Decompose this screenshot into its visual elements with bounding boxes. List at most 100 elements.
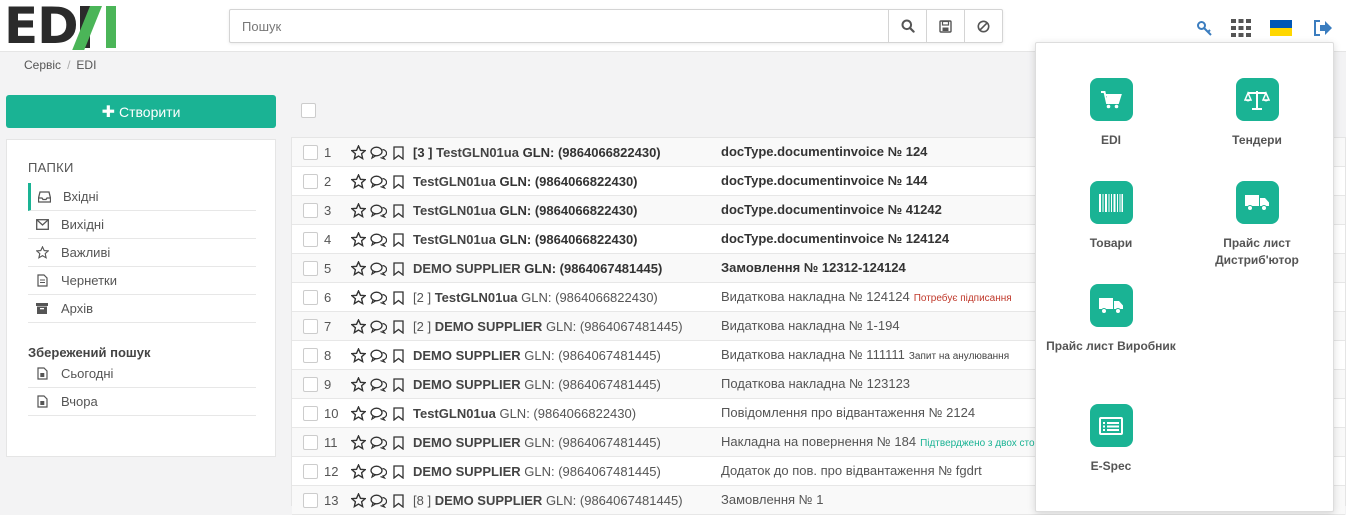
bookmark-icon[interactable] xyxy=(388,463,408,480)
row-sender[interactable]: DEMO SUPPLIER GLN: (9864067481445) xyxy=(413,261,662,276)
row-checkbox[interactable] xyxy=(303,348,318,363)
comments-icon[interactable] xyxy=(368,289,388,306)
comments-icon[interactable] xyxy=(368,260,388,277)
row-document[interactable]: docType.documentinvoice № 124124 xyxy=(721,231,949,246)
key-button[interactable] xyxy=(1193,17,1215,39)
row-document[interactable]: Додаток до пов. про відвантаження № fgdr… xyxy=(721,463,982,478)
row-document[interactable]: Видаткова накладна № 124124 Потребує підп… xyxy=(721,289,1012,304)
row-sender[interactable]: [2 ] TestGLN01ua GLN: (9864066822430) xyxy=(413,290,658,305)
save-search-button[interactable] xyxy=(926,10,964,42)
bookmark-icon[interactable] xyxy=(388,231,408,248)
row-sender[interactable]: [2 ] DEMO SUPPLIER GLN: (9864067481445) xyxy=(413,319,683,334)
comments-icon[interactable] xyxy=(368,405,388,422)
row-sender[interactable]: TestGLN01ua GLN: (9864066822430) xyxy=(413,232,638,247)
row-sender[interactable]: TestGLN01ua GLN: (9864066822430) xyxy=(413,406,636,421)
comments-icon[interactable] xyxy=(368,202,388,219)
row-sender[interactable]: DEMO SUPPLIER GLN: (9864067481445) xyxy=(413,464,661,479)
row-sender[interactable]: TestGLN01ua GLN: (9864066822430) xyxy=(413,174,638,189)
row-sender[interactable]: DEMO SUPPLIER GLN: (9864067481445) xyxy=(413,435,661,450)
star-icon[interactable] xyxy=(348,173,368,190)
row-document[interactable]: Податкова накладна № 123123 xyxy=(721,376,910,391)
breadcrumb-service[interactable]: Сервіс xyxy=(24,58,61,72)
row-sender[interactable]: TestGLN01ua GLN: (9864066822430) xyxy=(413,203,638,218)
bookmark-icon[interactable] xyxy=(388,289,408,306)
row-document[interactable]: Видаткова накладна № 1-194 xyxy=(721,318,900,333)
star-icon[interactable] xyxy=(348,318,368,335)
search-input[interactable] xyxy=(230,10,888,42)
comments-icon[interactable] xyxy=(368,463,388,480)
star-icon[interactable] xyxy=(348,376,368,393)
bookmark-icon[interactable] xyxy=(388,376,408,393)
edin-logo[interactable]: ED xyxy=(4,1,116,51)
star-icon[interactable] xyxy=(348,434,368,451)
star-icon[interactable] xyxy=(348,463,368,480)
star-icon[interactable] xyxy=(348,144,368,161)
row-document[interactable]: Замовлення № 12312-124124 xyxy=(721,260,906,275)
apps-grid-button[interactable] xyxy=(1230,17,1252,39)
star-icon[interactable] xyxy=(348,289,368,306)
folder-drafts[interactable]: Чернетки xyxy=(28,267,256,295)
saved-search-yesterday[interactable]: Вчора xyxy=(28,388,256,416)
bookmark-icon[interactable] xyxy=(388,347,408,364)
language-button[interactable] xyxy=(1270,17,1292,39)
comments-icon[interactable] xyxy=(368,231,388,248)
comments-icon[interactable] xyxy=(368,318,388,335)
row-sender[interactable]: DEMO SUPPLIER GLN: (9864067481445) xyxy=(413,348,661,363)
star-icon[interactable] xyxy=(348,231,368,248)
row-checkbox[interactable] xyxy=(303,319,318,334)
row-checkbox[interactable] xyxy=(303,435,318,450)
row-checkbox[interactable] xyxy=(303,406,318,421)
star-icon[interactable] xyxy=(348,405,368,422)
select-all-checkbox[interactable] xyxy=(301,103,316,118)
bookmark-icon[interactable] xyxy=(388,318,408,335)
bookmark-icon[interactable] xyxy=(388,260,408,277)
clear-search-button[interactable] xyxy=(964,10,1002,42)
saved-search-today[interactable]: Сьогодні xyxy=(28,360,256,388)
star-icon[interactable] xyxy=(348,347,368,364)
app-espec[interactable]: E-Spec xyxy=(1036,404,1186,475)
bookmark-icon[interactable] xyxy=(388,202,408,219)
comments-icon[interactable] xyxy=(368,173,388,190)
create-button[interactable]: ✚ Створити xyxy=(6,95,276,128)
app-products[interactable]: Товари xyxy=(1036,181,1186,252)
bookmark-icon[interactable] xyxy=(388,434,408,451)
search-button[interactable] xyxy=(888,10,926,42)
folder-outbox[interactable]: Вихідні xyxy=(28,211,256,239)
row-checkbox[interactable] xyxy=(303,174,318,189)
row-checkbox[interactable] xyxy=(303,290,318,305)
bookmark-icon[interactable] xyxy=(388,144,408,161)
comments-icon[interactable] xyxy=(368,347,388,364)
row-document[interactable]: Замовлення № 1 xyxy=(721,492,823,507)
row-checkbox[interactable] xyxy=(303,203,318,218)
star-icon[interactable] xyxy=(348,260,368,277)
app-edi[interactable]: EDI xyxy=(1036,78,1186,149)
logout-button[interactable] xyxy=(1312,17,1334,39)
folder-inbox[interactable]: Вхідні xyxy=(28,183,256,211)
row-document[interactable]: Повідомлення про відвантаження № 2124 xyxy=(721,405,975,420)
row-checkbox[interactable] xyxy=(303,464,318,479)
row-document[interactable]: docType.documentinvoice № 144 xyxy=(721,173,927,188)
comments-icon[interactable] xyxy=(368,492,388,509)
row-document[interactable]: Накладна на повернення № 184 Підтверджено… xyxy=(721,434,1035,449)
row-document[interactable]: docType.documentinvoice № 41242 xyxy=(721,202,942,217)
row-sender[interactable]: DEMO SUPPLIER GLN: (9864067481445) xyxy=(413,377,661,392)
comments-icon[interactable] xyxy=(368,434,388,451)
app-tenders[interactable]: Тендери xyxy=(1182,78,1332,149)
row-checkbox[interactable] xyxy=(303,145,318,160)
star-icon[interactable] xyxy=(348,202,368,219)
bookmark-icon[interactable] xyxy=(388,492,408,509)
comments-icon[interactable] xyxy=(368,144,388,161)
row-sender[interactable]: [3 ] TestGLN01ua GLN: (9864066822430) xyxy=(413,145,661,160)
row-checkbox[interactable] xyxy=(303,261,318,276)
breadcrumb-edi[interactable]: EDI xyxy=(76,58,96,72)
folder-archive[interactable]: Архів xyxy=(28,295,256,323)
bookmark-icon[interactable] xyxy=(388,173,408,190)
star-icon[interactable] xyxy=(348,492,368,509)
comments-icon[interactable] xyxy=(368,376,388,393)
row-checkbox[interactable] xyxy=(303,232,318,247)
bookmark-icon[interactable] xyxy=(388,405,408,422)
app-pricelist-manufacturer[interactable]: Прайс лист Виробник xyxy=(1036,284,1186,355)
app-pricelist-distributor[interactable]: Прайс лист Дистриб'ютор xyxy=(1182,181,1332,269)
row-document[interactable]: Видаткова накладна № 111111 Запит на анул… xyxy=(721,347,1009,362)
row-checkbox[interactable] xyxy=(303,377,318,392)
